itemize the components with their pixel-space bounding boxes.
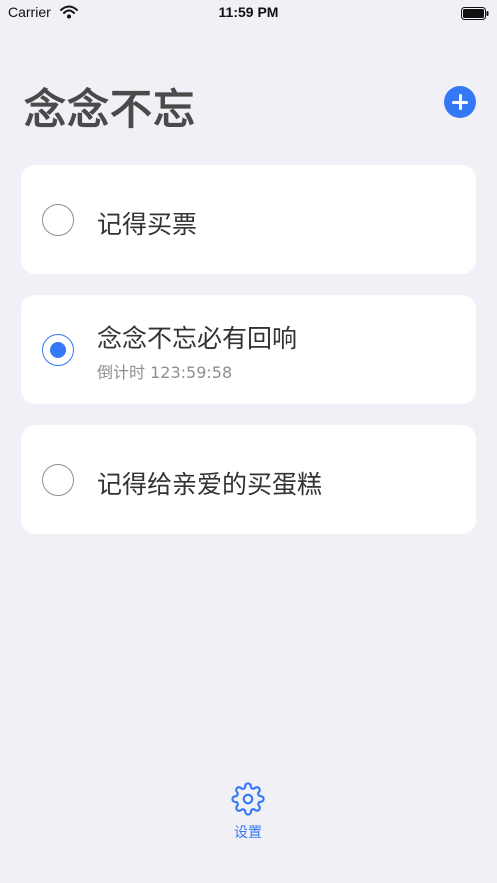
reminder-title: 念念不忘必有回响 xyxy=(97,324,298,353)
reminder-card[interactable]: 记得给亲爱的买蛋糕 xyxy=(21,425,476,534)
radio-button[interactable] xyxy=(42,204,74,236)
reminder-card[interactable]: 念念不忘必有回响 倒计时 123:59:58 xyxy=(21,295,476,404)
countdown-label: 倒计时 123:59:58 xyxy=(97,363,233,382)
status-time: 11:59 PM xyxy=(218,4,279,20)
reminder-title: 记得买票 xyxy=(97,210,198,239)
radio-button[interactable] xyxy=(42,464,74,496)
page-title: 念念不忘 xyxy=(24,85,197,134)
status-bar: Carrier 11:59 PM xyxy=(0,0,497,28)
tab-settings[interactable]: 设置 xyxy=(222,782,274,842)
radio-button-selected[interactable] xyxy=(42,334,74,366)
battery-icon xyxy=(461,5,489,24)
gear-icon xyxy=(222,782,274,816)
tab-settings-label: 设置 xyxy=(234,825,262,841)
reminder-title: 记得给亲爱的买蛋糕 xyxy=(97,470,323,499)
reminder-card[interactable]: 记得买票 xyxy=(21,165,476,274)
add-reminder-button[interactable] xyxy=(444,86,476,118)
